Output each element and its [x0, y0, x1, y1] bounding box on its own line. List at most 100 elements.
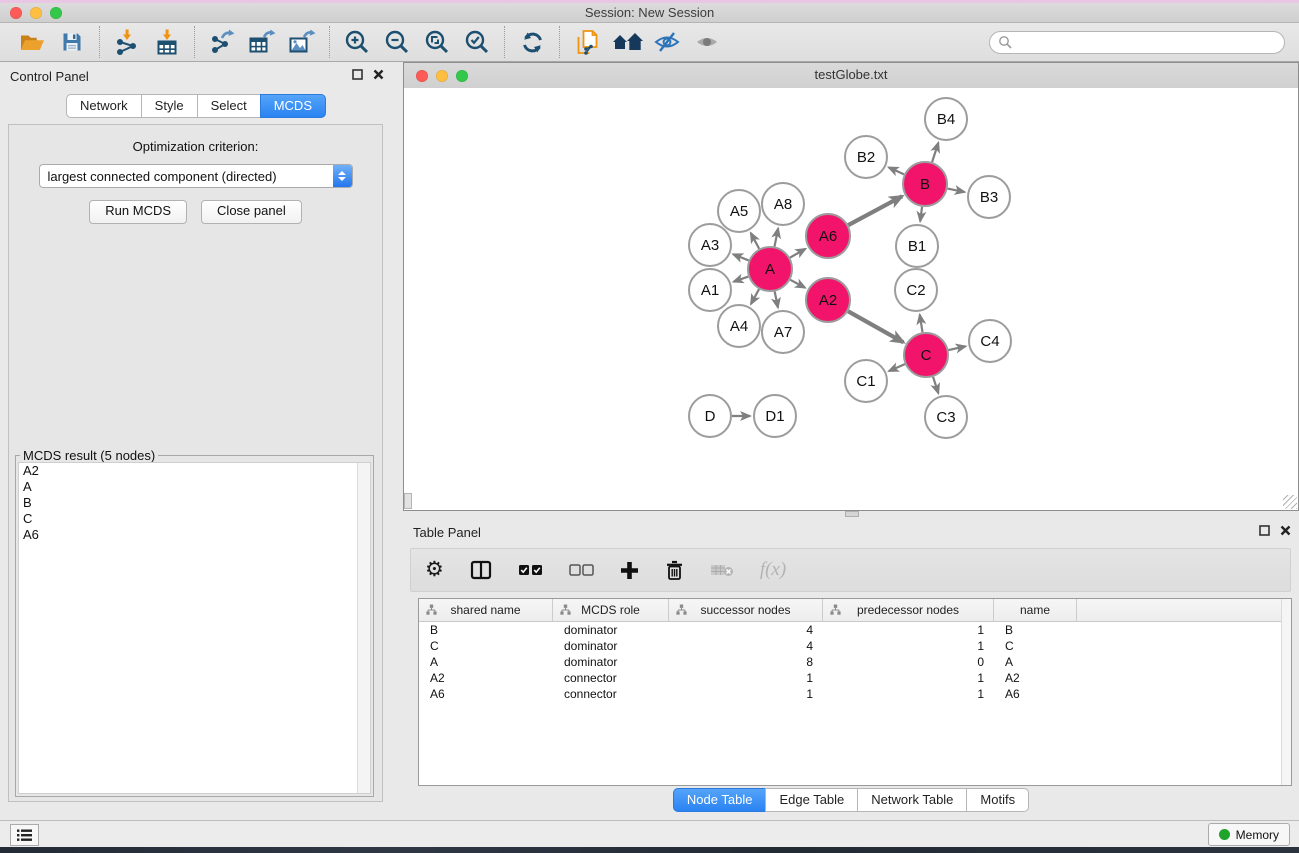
cell-MCDS-role[interactable]: dominator	[553, 654, 669, 670]
function-builder-button[interactable]: f(x)	[760, 555, 786, 585]
edge-B-B3[interactable]	[948, 189, 965, 192]
cell-predecessor-nodes[interactable]: 1	[823, 622, 994, 638]
cell-successor-nodes[interactable]: 4	[669, 638, 823, 654]
export-network-button[interactable]	[202, 25, 242, 59]
delete-column-button[interactable]	[665, 555, 684, 585]
cell-name[interactable]: B	[994, 622, 1077, 638]
search-input[interactable]	[1012, 34, 1276, 50]
tab-select[interactable]: Select	[197, 94, 261, 118]
cell-predecessor-nodes[interactable]: 1	[823, 670, 994, 686]
close-panel-button[interactable]: Close panel	[201, 200, 302, 224]
column-header-successor-nodes[interactable]: successor nodes	[669, 599, 823, 621]
edge-B-B2[interactable]	[889, 167, 904, 174]
tab-network[interactable]: Network	[66, 94, 142, 118]
edge-B-B4[interactable]	[932, 143, 938, 162]
column-header-name[interactable]: name	[994, 599, 1077, 621]
refresh-layout-button[interactable]	[512, 25, 552, 59]
table-row[interactable]: Bdominator41B	[419, 622, 1291, 638]
hide-panels-button[interactable]	[647, 25, 687, 59]
add-column-button[interactable]	[620, 555, 639, 585]
tab-motifs[interactable]: Motifs	[966, 788, 1029, 812]
cell-predecessor-nodes[interactable]: 0	[823, 654, 994, 670]
run-mcds-button[interactable]: Run MCDS	[89, 200, 187, 224]
table-settings-button[interactable]: ⚙	[425, 555, 444, 585]
cell-MCDS-role[interactable]: dominator	[553, 638, 669, 654]
result-item[interactable]: A	[19, 479, 370, 495]
home-button[interactable]	[607, 25, 647, 59]
table-row[interactable]: A2connector11A2	[419, 670, 1291, 686]
cell-MCDS-role[interactable]: connector	[553, 686, 669, 702]
cell-successor-nodes[interactable]: 8	[669, 654, 823, 670]
edge-A-A6[interactable]	[790, 249, 805, 258]
edge-C-C3[interactable]	[933, 377, 938, 393]
cell-name[interactable]: C	[994, 638, 1077, 654]
edge-A-A5[interactable]	[751, 233, 759, 249]
cell-MCDS-role[interactable]: connector	[553, 670, 669, 686]
float-table-panel-icon[interactable]	[1259, 525, 1270, 536]
export-image-button[interactable]	[282, 25, 322, 59]
cell-shared-name[interactable]: A	[419, 654, 553, 670]
edge-A-A8[interactable]	[775, 229, 779, 247]
export-table-button[interactable]	[242, 25, 282, 59]
cell-shared-name[interactable]: A6	[419, 686, 553, 702]
table-row[interactable]: Cdominator41C	[419, 638, 1291, 654]
edge-C-C1[interactable]	[889, 364, 905, 371]
cell-shared-name[interactable]: A2	[419, 670, 553, 686]
show-eye-button[interactable]	[687, 25, 727, 59]
column-header-predecessor-nodes[interactable]: predecessor nodes	[823, 599, 994, 621]
cell-successor-nodes[interactable]: 1	[669, 670, 823, 686]
tab-edge-table[interactable]: Edge Table	[765, 788, 858, 812]
edge-C-C4[interactable]	[948, 346, 965, 350]
zoom-fit-button[interactable]	[417, 25, 457, 59]
edge-A-A1[interactable]	[734, 277, 749, 282]
optimization-criterion-select[interactable]: largest connected component (directed)	[39, 164, 353, 188]
import-table-button[interactable]	[147, 25, 187, 59]
close-table-panel-icon[interactable]	[1280, 525, 1291, 536]
tab-node-table[interactable]: Node Table	[673, 788, 767, 812]
column-header-shared-name[interactable]: shared name	[419, 599, 553, 621]
edge-A-A7[interactable]	[775, 292, 778, 308]
canvas-left-scrollbar-stub[interactable]	[404, 493, 412, 509]
show-columns-button[interactable]	[470, 555, 492, 585]
result-item[interactable]: A6	[19, 527, 370, 543]
task-history-button[interactable]	[10, 824, 39, 846]
result-item[interactable]: C	[19, 511, 370, 527]
table-row[interactable]: Adominator80A	[419, 654, 1291, 670]
tab-network-table[interactable]: Network Table	[857, 788, 967, 812]
cell-successor-nodes[interactable]: 1	[669, 686, 823, 702]
cell-predecessor-nodes[interactable]: 1	[823, 686, 994, 702]
memory-button[interactable]: Memory	[1208, 823, 1290, 846]
deselect-all-columns-button[interactable]	[569, 555, 594, 585]
cell-successor-nodes[interactable]: 4	[669, 622, 823, 638]
edge-A-A2[interactable]	[790, 280, 805, 288]
search-field[interactable]	[989, 31, 1285, 54]
edge-A-A4[interactable]	[751, 289, 759, 304]
cell-name[interactable]: A6	[994, 686, 1077, 702]
edge-C-C2[interactable]	[920, 315, 923, 333]
select-all-columns-button[interactable]	[518, 555, 543, 585]
open-session-button[interactable]	[12, 25, 52, 59]
cell-shared-name[interactable]: C	[419, 638, 553, 654]
edge-A6-B[interactable]	[848, 196, 902, 225]
cell-predecessor-nodes[interactable]: 1	[823, 638, 994, 654]
cell-name[interactable]: A	[994, 654, 1077, 670]
tab-style[interactable]: Style	[141, 94, 198, 118]
close-panel-icon[interactable]	[373, 69, 384, 80]
column-header-MCDS-role[interactable]: MCDS role	[553, 599, 669, 621]
edge-A-A3[interactable]	[733, 254, 748, 260]
import-network-button[interactable]	[107, 25, 147, 59]
network-canvas[interactable]: B4B2BB3A5A8A6B1A3AA1C2A2A4A7C4CC1C3DD1	[404, 88, 1298, 510]
cell-shared-name[interactable]: B	[419, 622, 553, 638]
clone-network-button[interactable]	[567, 25, 607, 59]
result-item[interactable]: A2	[19, 463, 370, 479]
table-row[interactable]: A6connector11A6	[419, 686, 1291, 702]
save-session-button[interactable]	[52, 25, 92, 59]
float-panel-icon[interactable]	[352, 69, 363, 80]
edge-A2-C[interactable]	[848, 311, 903, 342]
edge-B-B1[interactable]	[920, 207, 922, 221]
tab-mcds[interactable]: MCDS	[260, 94, 326, 118]
zoom-in-button[interactable]	[337, 25, 377, 59]
result-list-scrollbar[interactable]	[357, 463, 370, 793]
cell-MCDS-role[interactable]: dominator	[553, 622, 669, 638]
cell-name[interactable]: A2	[994, 670, 1077, 686]
